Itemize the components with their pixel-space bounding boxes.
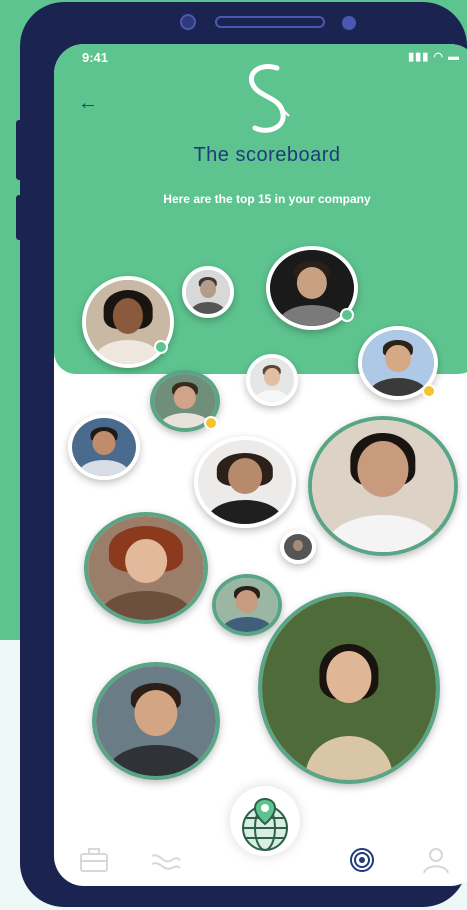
briefcase-icon[interactable] bbox=[78, 846, 110, 874]
activity-icon[interactable] bbox=[150, 846, 182, 874]
avatar[interactable] bbox=[246, 354, 298, 406]
avatar[interactable] bbox=[258, 592, 440, 784]
status-icons: ▮▮▮ ◠ ▬ bbox=[408, 51, 460, 63]
online-status-dot bbox=[340, 308, 354, 322]
profile-icon[interactable] bbox=[420, 846, 452, 874]
page-title: The scoreboard bbox=[193, 144, 341, 166]
phone-camera bbox=[180, 14, 196, 30]
globe-button[interactable] bbox=[230, 786, 300, 856]
target-icon[interactable] bbox=[346, 846, 378, 874]
avatar[interactable] bbox=[182, 266, 234, 318]
status-time: 9:41 bbox=[82, 50, 109, 65]
app-screen: 9:41 ▮▮▮ ◠ ▬ ← The scoreboard Here are t… bbox=[54, 44, 467, 886]
away-status-dot bbox=[422, 384, 436, 398]
phone-speaker bbox=[215, 16, 325, 28]
page-subtitle: Here are the top 15 in your company bbox=[163, 192, 371, 206]
away-status-dot bbox=[204, 416, 218, 430]
avatar[interactable] bbox=[82, 276, 174, 368]
avatar[interactable] bbox=[92, 662, 220, 780]
avatar[interactable] bbox=[280, 530, 316, 564]
app-logo-icon bbox=[248, 64, 290, 133]
avatar[interactable] bbox=[84, 512, 208, 624]
globe-pin-icon bbox=[242, 798, 288, 851]
online-status-dot bbox=[154, 340, 168, 354]
avatar[interactable] bbox=[308, 416, 458, 556]
back-arrow-icon[interactable]: ← bbox=[78, 92, 98, 115]
avatar[interactable] bbox=[68, 414, 140, 480]
phone-frame: 9:41 ▮▮▮ ◠ ▬ ← The scoreboard Here are t… bbox=[20, 2, 467, 907]
phone-sensor bbox=[342, 16, 356, 30]
avatar[interactable] bbox=[194, 436, 296, 528]
